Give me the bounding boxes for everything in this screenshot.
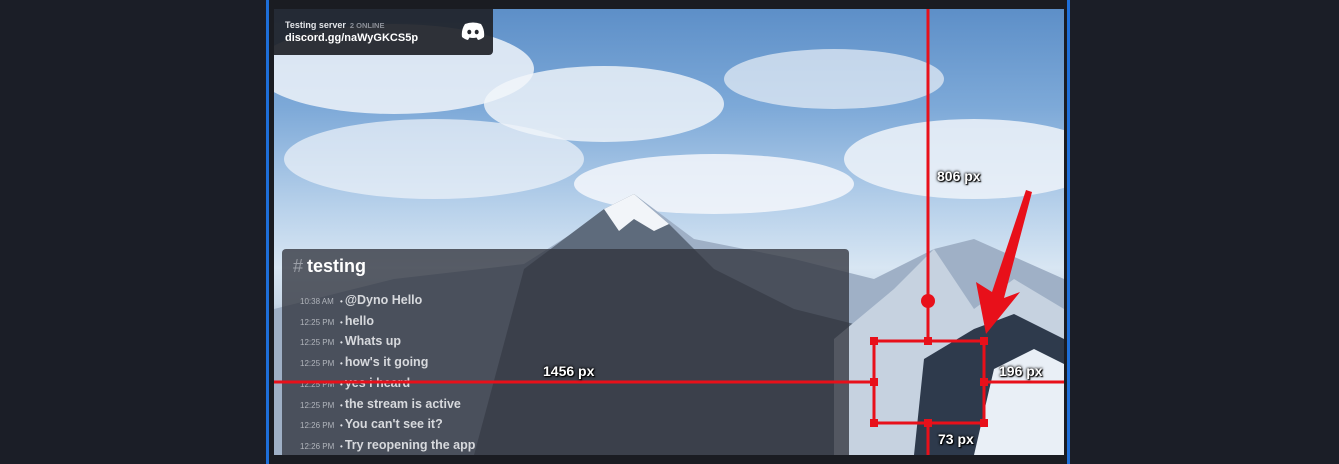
message-text: hello [344,313,374,328]
online-count: 2 ONLINE [349,21,385,30]
channel-title: # testing [293,256,366,277]
discord-logo-icon [461,22,485,40]
message-timestamp: 10:38 AM [300,297,334,306]
bottom-measure-label: 73 px [938,431,974,447]
message-timestamp: 12:25 PM [300,338,335,348]
chat-message: 10:38 AM • @Dyno Hello [300,293,422,313]
message-text: how's it going [344,355,429,370]
chat-message: 12:25 PM • hello [300,314,374,334]
message-text: the stream is active [344,396,461,411]
message-bullet-icon: • [340,379,343,389]
chat-message: 12:25 PM • Whats up [300,334,401,354]
chat-message: 12:25 PM • the stream is active [300,397,461,417]
stream-preview: Testing server 2 ONLINE discord.gg/naWyGK… [274,9,1064,455]
message-timestamp: 12:25 PM [300,379,335,389]
right-measure-label: 196 px [999,363,1043,379]
message-text: yes i heard [344,375,411,390]
channel-hash-icon: # [293,256,304,276]
chat-message: 12:25 PM • how's it going [300,355,428,375]
chat-message: 12:25 PM • yes i heard [300,376,410,396]
message-bullet-icon: • [340,359,343,369]
message-bullet-icon: • [340,297,343,306]
message-text: Whats up [344,334,402,349]
message-timestamp: 12:25 PM [300,359,335,369]
chat-overlay: # testing 10:38 AM • @Dyno Hello 12:25 PM • he… [282,249,849,455]
channel-name: testing [307,256,367,276]
message-text: Try reopening the app [344,437,476,452]
message-timestamp: 12:25 PM [300,400,335,410]
top-measure-label: 806 px [937,168,981,184]
server-name: Testing server [285,20,346,30]
server-name-line: Testing server 2 ONLINE [285,20,384,30]
message-text: @Dyno Hello [344,293,423,307]
left-measure-label: 1456 px [543,363,595,379]
message-timestamp: 12:26 PM [300,441,335,451]
chat-message: 12:26 PM • Try reopening the app [300,438,475,455]
message-timestamp: 12:26 PM [300,421,335,431]
discord-server-widget[interactable]: Testing server 2 ONLINE discord.gg/naWyGK… [274,9,493,55]
message-bullet-icon: • [340,317,343,327]
message-bullet-icon: • [340,421,343,431]
message-bullet-icon: • [340,338,343,348]
chat-message: 12:26 PM • You can't see it? [300,417,443,437]
message-timestamp: 12:25 PM [300,317,335,327]
message-bullet-icon: • [340,441,343,451]
message-text: You can't see it? [344,417,443,432]
invite-link[interactable]: discord.gg/naWyGKCS5p [285,32,418,44]
message-bullet-icon: • [340,400,343,410]
